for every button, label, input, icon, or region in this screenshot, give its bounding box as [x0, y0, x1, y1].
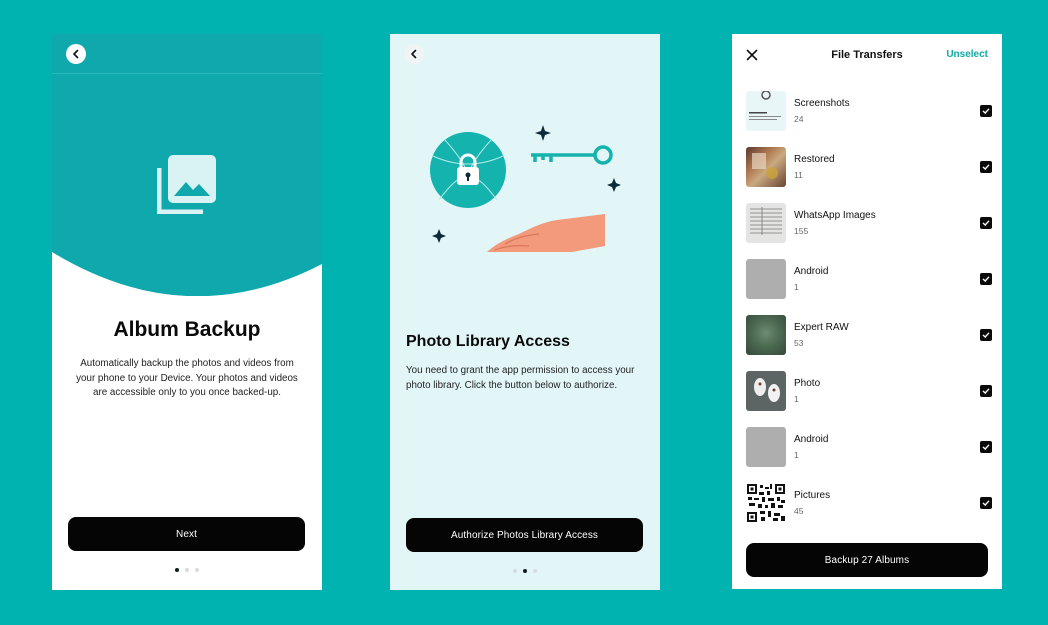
step-dot	[533, 569, 537, 573]
album-row[interactable]: Photo 1	[746, 371, 992, 411]
album-thumbnail	[746, 91, 786, 131]
page-title: Photo Library Access	[406, 333, 570, 350]
authorize-button[interactable]: Authorize Photos Library Access	[406, 518, 643, 552]
back-button[interactable]	[66, 44, 86, 64]
step-dot	[195, 568, 199, 572]
album-row[interactable]: Pictures 45	[746, 483, 992, 523]
next-button[interactable]: Next	[68, 517, 305, 551]
screen-file-transfers: File Transfers Unselect Screenshots 24 R…	[732, 34, 1002, 589]
album-thumbnail	[746, 483, 786, 523]
album-count: 11	[794, 170, 803, 180]
album-name: Android	[794, 266, 829, 277]
screen-photo-library-access: Photo Library Access You need to grant t…	[390, 34, 660, 590]
unselect-button[interactable]: Unselect	[946, 49, 988, 60]
checkbox-checked-icon[interactable]	[980, 441, 992, 453]
album-thumbnail	[746, 315, 786, 355]
album-thumbnail	[746, 203, 786, 243]
step-dot-active	[175, 568, 179, 572]
lock-key-illustration	[430, 125, 621, 252]
album-thumbnail	[746, 371, 786, 411]
album-count: 1	[794, 394, 799, 404]
album-row[interactable]: Restored 11	[746, 147, 992, 187]
album-row[interactable]: Expert RAW 53	[746, 315, 992, 355]
album-name: Expert RAW	[794, 322, 849, 333]
album-row[interactable]: Android 1	[746, 259, 992, 299]
album-name: Pictures	[794, 490, 831, 501]
album-thumbnail	[746, 427, 786, 467]
header: File Transfers Unselect	[732, 48, 1002, 64]
checkbox-checked-icon[interactable]	[980, 329, 992, 341]
album-count: 1	[794, 450, 799, 460]
checkbox-checked-icon[interactable]	[980, 105, 992, 117]
album-name: Screenshots	[794, 98, 850, 109]
checkbox-checked-icon[interactable]	[980, 273, 992, 285]
album-row[interactable]: Screenshots 24	[746, 91, 992, 131]
album-name: Android	[794, 434, 829, 445]
screen-album-backup: Album Backup Automatically backup the ph…	[52, 34, 322, 590]
step-dot	[185, 568, 189, 572]
checkbox-checked-icon[interactable]	[980, 385, 992, 397]
album-row[interactable]: Android 1	[746, 427, 992, 467]
album-count: 155	[794, 226, 809, 236]
album-count: 53	[794, 338, 804, 348]
photo-album-icon	[157, 155, 216, 214]
step-dot	[513, 569, 517, 573]
step-indicator	[167, 567, 207, 573]
album-name: Photo	[794, 378, 821, 389]
album-count: 45	[794, 506, 804, 516]
album-name: Restored	[794, 154, 835, 165]
checkbox-checked-icon[interactable]	[980, 497, 992, 509]
back-button[interactable]	[404, 44, 424, 64]
album-count: 24	[794, 114, 804, 124]
step-dot-active	[523, 569, 527, 573]
album-row[interactable]: WhatsApp Images 155	[746, 203, 992, 243]
page-title: Album Backup	[113, 318, 261, 341]
album-thumbnail	[746, 259, 786, 299]
step-indicator	[505, 568, 545, 574]
checkbox-checked-icon[interactable]	[980, 217, 992, 229]
backup-albums-button[interactable]: Backup 27 Albums	[746, 543, 988, 577]
chevron-left-icon	[411, 49, 417, 59]
album-count: 1	[794, 282, 799, 292]
page-description: You need to grant the app permission to …	[406, 365, 635, 391]
checkbox-checked-icon[interactable]	[980, 161, 992, 173]
album-thumbnail	[746, 147, 786, 187]
page-description: Automatically backup the photos and vide…	[76, 358, 298, 398]
chevron-left-icon	[73, 49, 79, 59]
album-name: WhatsApp Images	[794, 210, 876, 221]
